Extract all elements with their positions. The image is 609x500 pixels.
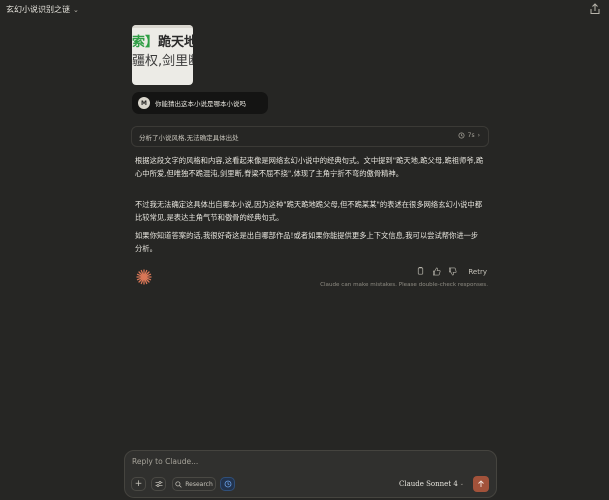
search-icon xyxy=(175,480,182,488)
thumbs-up-icon[interactable] xyxy=(432,267,441,276)
thinking-duration: 7s › xyxy=(458,132,480,139)
image-text-line-2: 疆权,剑里断 xyxy=(132,54,193,69)
claude-logo-icon xyxy=(136,269,152,285)
disclaimer-text: Claude can make mistakes. Please double-… xyxy=(320,282,488,288)
response-paragraph-2: 不过我无法确定这具体出自哪本小说,因为这种"跪天跪地跪父母,但不跪某某"的表述在… xyxy=(135,200,483,222)
response-paragraph-3: 如果你知道答案的话,我很好奇这是出自哪部作品!或者如果你能提供更多上下文信息,我… xyxy=(135,231,479,253)
message-actions: Retry xyxy=(416,267,487,276)
thinking-summary-toggle[interactable]: 分析了小说风格,无法确定具体出处 7s › xyxy=(131,126,489,147)
research-label: Research xyxy=(185,480,213,488)
extended-thinking-toggle[interactable] xyxy=(220,477,235,491)
image-line-1-text: 跪天地, xyxy=(158,35,193,50)
reply-input[interactable]: Reply to Claude... xyxy=(132,457,198,466)
share-icon[interactable] xyxy=(589,3,601,15)
add-attachment-button[interactable]: + xyxy=(131,477,146,491)
reply-composer[interactable]: Reply to Claude... + Research Claude Son… xyxy=(124,450,497,498)
response-paragraph-1: 根据这段文字的风格和内容,这看起来像是网络玄幻小说中的经典句式。文中提到"跪天地… xyxy=(135,156,484,178)
chevron-right-icon: › xyxy=(477,132,480,139)
plus-icon: + xyxy=(134,478,143,489)
top-bar: 玄幻小说识别之谜 ⌄ xyxy=(0,0,609,20)
image-text-line-1: 索】跪天地, xyxy=(132,31,193,50)
image-highlight-text: 索】 xyxy=(132,35,159,50)
image-top-strip xyxy=(132,25,193,28)
thinking-duration-text: 7s xyxy=(467,132,475,139)
research-button[interactable]: Research xyxy=(172,477,216,491)
tools-button[interactable] xyxy=(151,477,166,491)
avatar: M xyxy=(138,97,150,109)
chevron-down-icon: ⌄ xyxy=(459,481,464,487)
send-button[interactable] xyxy=(473,476,489,492)
model-label: Claude Sonnet 4 xyxy=(399,480,458,488)
model-selector[interactable]: Claude Sonnet 4 ⌄ xyxy=(399,480,464,488)
chat-title-menu[interactable]: 玄幻小说识别之谜 ⌄ xyxy=(6,4,79,15)
attached-image-thumbnail[interactable]: 索】跪天地, 疆权,剑里断 xyxy=(132,25,193,85)
user-message: M 你能猜出这本小说是哪本小说吗 xyxy=(132,92,268,114)
arrow-up-icon xyxy=(478,480,484,487)
timer-icon xyxy=(458,132,465,139)
sliders-icon xyxy=(155,481,162,487)
retry-button[interactable]: Retry xyxy=(468,268,487,276)
chat-title: 玄幻小说识别之谜 xyxy=(6,5,70,14)
thinking-summary-text: 分析了小说风格,无法确定具体出处 xyxy=(139,133,239,142)
thumbs-down-icon[interactable] xyxy=(448,267,457,276)
copy-icon[interactable] xyxy=(416,267,425,276)
clock-icon xyxy=(224,480,231,488)
user-message-text: 你能猜出这本小说是哪本小说吗 xyxy=(155,100,246,108)
chevron-down-icon: ⌄ xyxy=(73,5,79,14)
